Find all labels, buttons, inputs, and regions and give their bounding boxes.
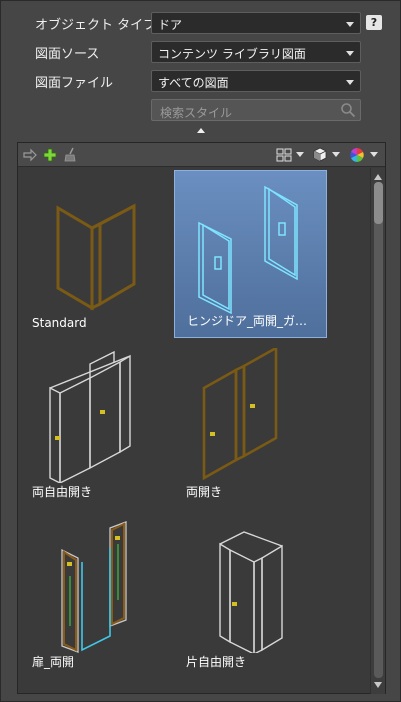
- color-wheel-icon[interactable]: [348, 146, 366, 164]
- scroll-track[interactable]: [374, 182, 383, 678]
- object-type-value: ドア: [158, 18, 183, 32]
- scroll-down-icon[interactable]: [374, 682, 382, 688]
- style-browser: Standard ヒンジドア_両開_ガ… 両自由開き 両開き 扉_両開 片自由開…: [17, 142, 386, 694]
- door-thumbnail-icon: [219, 531, 283, 653]
- style-name: 扉_両開: [32, 655, 75, 669]
- chevron-down-icon: [346, 22, 354, 27]
- style-name: 片自由開き: [186, 655, 247, 669]
- style-tile-panel-double[interactable]: 扉_両開: [20, 510, 173, 678]
- door-thumbnail-icon: [198, 185, 298, 314]
- file-value: すべての図面: [158, 76, 229, 90]
- source-value: コンテンツ ライブラリ図面: [158, 47, 306, 61]
- object-type-row: オブジェクト タイプ ドア: [1, 11, 401, 35]
- style-name: 両自由開き: [32, 485, 93, 499]
- import-arrow-icon[interactable]: [22, 146, 38, 164]
- style-tile-double-swing[interactable]: 両自由開き: [20, 340, 173, 508]
- file-row: 図面ファイル すべての図面: [1, 69, 401, 93]
- style-name: 両開き: [186, 485, 223, 499]
- source-label: 図面ソース: [35, 47, 100, 62]
- chevron-down-icon[interactable]: [332, 152, 340, 157]
- view-tiles-icon[interactable]: [276, 146, 292, 164]
- search-input[interactable]: 検索スタイル: [151, 99, 361, 121]
- vertical-scrollbar[interactable]: [370, 168, 385, 694]
- file-dropdown[interactable]: すべての図面: [151, 70, 361, 92]
- add-plus-icon[interactable]: [42, 146, 58, 164]
- style-tile-hinge-door-glass[interactable]: ヒンジドア_両開_ガ…: [174, 170, 327, 338]
- style-name: ヒンジドア_両開_ガ…: [187, 314, 308, 328]
- scroll-up-icon[interactable]: [374, 174, 382, 180]
- style-name: Standard: [32, 316, 87, 330]
- browser-toolbar: [18, 143, 385, 167]
- object-type-label: オブジェクト タイプ: [35, 18, 157, 33]
- scroll-thumb[interactable]: [374, 182, 383, 224]
- door-thumbnail-icon: [61, 521, 127, 653]
- visual-style-cube-icon[interactable]: [312, 146, 328, 164]
- chevron-down-icon: [346, 51, 354, 56]
- object-type-dropdown[interactable]: ドア: [151, 12, 361, 34]
- chevron-down-icon[interactable]: [370, 152, 378, 157]
- door-thumbnail-icon: [49, 350, 131, 483]
- style-tile-single-swing[interactable]: 片自由開き: [174, 510, 327, 678]
- search-placeholder: 検索スタイル: [160, 106, 233, 120]
- chevron-down-icon[interactable]: [296, 152, 304, 157]
- chevron-down-icon: [346, 80, 354, 85]
- style-tile-grid: Standard ヒンジドア_両開_ガ… 両自由開き 両開き 扉_両開 片自由開…: [18, 168, 370, 694]
- help-icon[interactable]: ?: [366, 15, 382, 30]
- style-tile-double-door[interactable]: 両開き: [174, 340, 327, 508]
- source-dropdown[interactable]: コンテンツ ライブラリ図面: [151, 41, 361, 63]
- door-thumbnail-icon: [56, 203, 136, 311]
- purge-brush-icon[interactable]: [62, 146, 78, 164]
- search-icon: [341, 103, 356, 118]
- door-thumbnail-icon: [202, 348, 278, 481]
- style-tile-standard[interactable]: Standard: [20, 170, 173, 338]
- collapse-filters-icon[interactable]: [197, 128, 205, 133]
- file-label: 図面ファイル: [35, 76, 114, 91]
- style-browser-panel: オブジェクト タイプ ドア ? 図面ソース コンテンツ ライブラリ図面 図面ファ…: [0, 0, 401, 702]
- source-row: 図面ソース コンテンツ ライブラリ図面: [1, 40, 401, 64]
